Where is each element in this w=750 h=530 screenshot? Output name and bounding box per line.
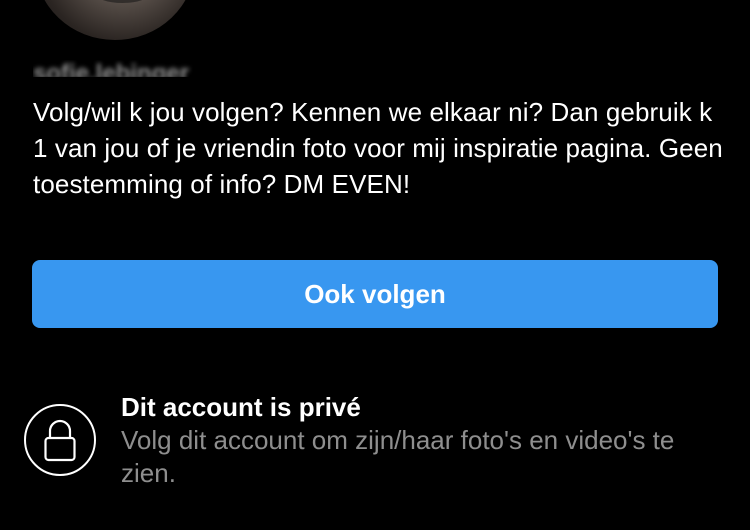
lock-icon xyxy=(24,404,96,476)
profile-username: sofie.lebinger xyxy=(33,60,190,86)
private-account-title: Dit account is privé xyxy=(121,392,361,422)
profile-bio: Volg/wil k jou volgen? Kennen we elkaar … xyxy=(33,97,723,199)
follow-back-button[interactable]: Ook volgen xyxy=(32,260,718,328)
profile-avatar[interactable] xyxy=(35,0,195,40)
profile-page: sofie.lebinger Volg/wil k jou volgen? Ke… xyxy=(0,0,750,530)
private-account-description: Volg dit account om zijn/haar foto's en … xyxy=(121,425,675,488)
section-spacer xyxy=(0,360,750,361)
